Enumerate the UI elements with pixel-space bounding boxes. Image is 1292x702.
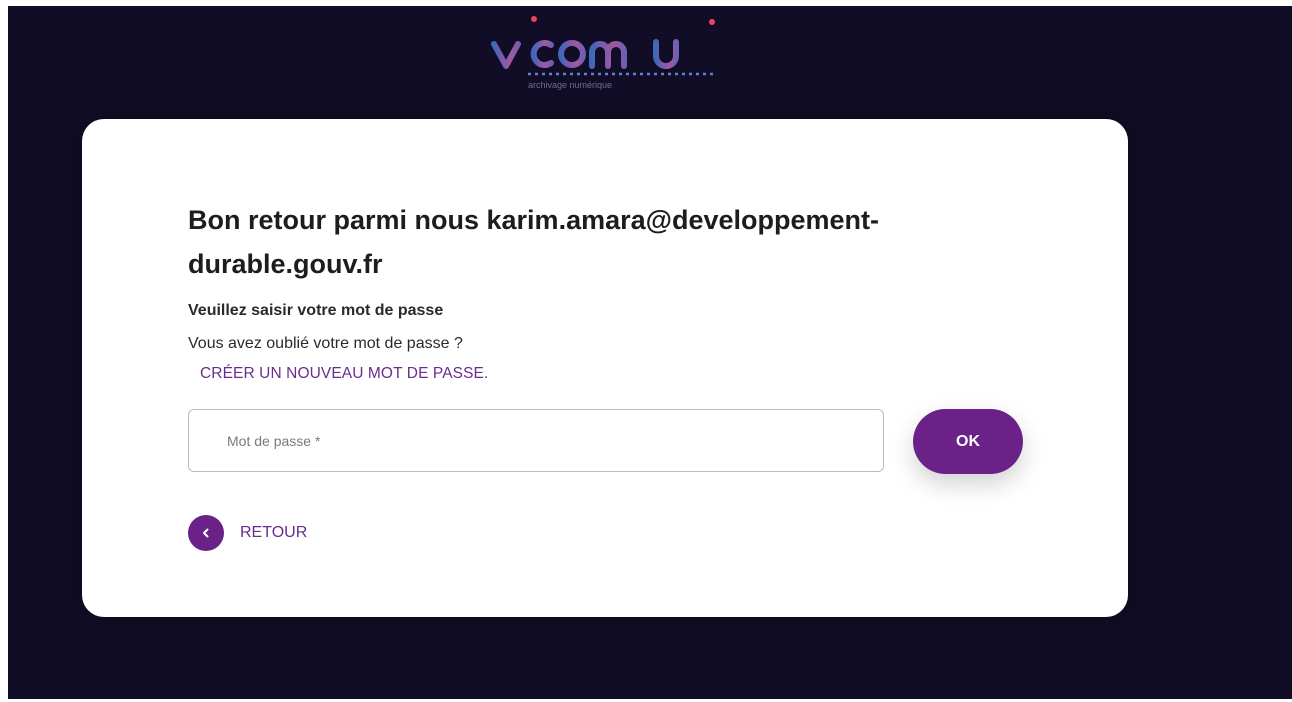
create-new-password-link[interactable]: CRÉER UN NOUVEAU MOT DE PASSE.: [200, 365, 488, 383]
back-button[interactable]: RETOUR: [188, 515, 307, 551]
ok-button[interactable]: OK: [913, 409, 1023, 474]
login-card: Bon retour parmi nous karim.amara@develo…: [82, 119, 1128, 617]
welcome-title: Bon retour parmi nous karim.amara@develo…: [188, 205, 879, 279]
chevron-left-icon[interactable]: [188, 515, 224, 551]
password-input[interactable]: [188, 409, 884, 472]
forgot-password-text: Vous avez oublié votre mot de passe ?: [188, 335, 463, 352]
password-instruction: Veuillez saisir votre mot de passe: [188, 302, 444, 319]
back-label[interactable]: RETOUR: [240, 524, 307, 542]
vitam-ui-logo: archivage numérique: [488, 14, 720, 92]
logo-tagline: archivage numérique: [528, 80, 612, 90]
